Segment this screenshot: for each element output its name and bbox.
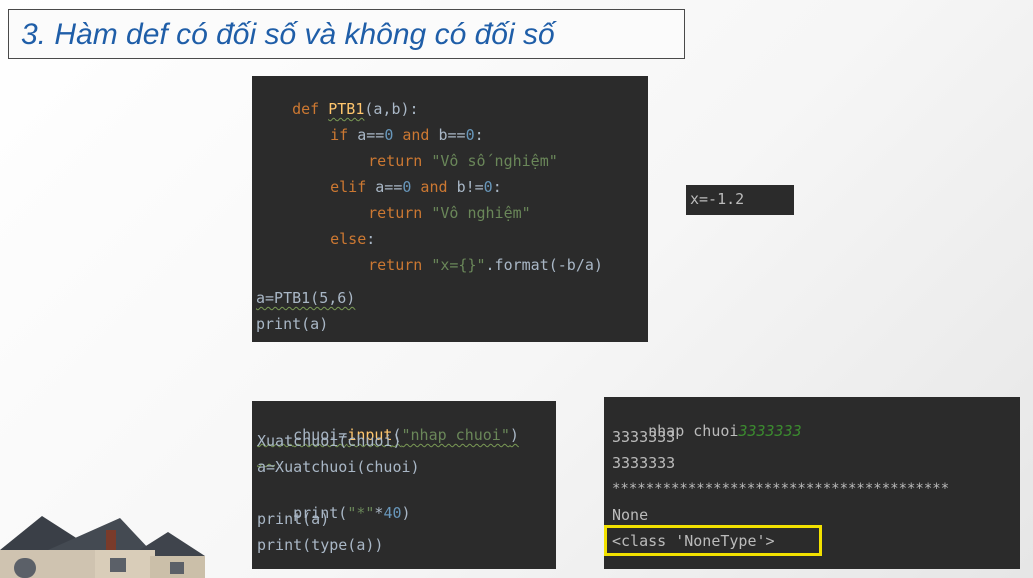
- code-text: ): [509, 426, 519, 444]
- slide-title-box: 3. Hàm def có đối số và không có đối số: [8, 9, 685, 59]
- code-line-call: Xuatchuoi(chuoi): [257, 432, 402, 450]
- keyword: return: [368, 256, 432, 274]
- code-panel-xuatchuoi: chuoi=input("nhap chuoi") Xuatchuoi(chuo…: [252, 401, 556, 569]
- string-literal: "x={}": [431, 256, 486, 274]
- slide-title: 3. Hàm def có đối số và không có đối số: [21, 18, 555, 51]
- code-text: .format(-b/a): [485, 256, 603, 274]
- output-line: x=-1.2: [690, 190, 745, 208]
- highlight-box: [604, 525, 822, 556]
- code-line-return-3: return "x={}".format(-b/a): [332, 235, 603, 295]
- code-panel-ptb1: def PTB1(a,b): if a==0 and b==0: return …: [252, 76, 648, 342]
- code-text: ): [401, 504, 411, 522]
- output-panel-ptb1: x=-1.2: [686, 185, 794, 215]
- keyword: return: [368, 204, 432, 222]
- user-typed-input: 3333333: [738, 422, 802, 440]
- string-literal: "Vô nghiệm": [431, 204, 531, 222]
- output-line: 3333333: [612, 454, 676, 472]
- code-line-print: print(a): [256, 315, 329, 333]
- code-line-assign: a=Xuatchuoi(chuoi): [257, 458, 420, 476]
- house-illustration-icon: [0, 516, 205, 578]
- string-literal: "*": [347, 504, 375, 522]
- output-line: None: [612, 506, 649, 524]
- code-line-print-a: print(a): [257, 510, 330, 528]
- code-line-print-type: print(type(a)): [257, 536, 384, 554]
- output-line: 3333333: [612, 428, 676, 446]
- output-line-stars: ****************************************: [612, 481, 950, 497]
- code-line-assign: a=PTB1(5,6): [256, 289, 356, 307]
- number: 40: [383, 504, 402, 522]
- string-literal: "nhap chuoi": [401, 426, 510, 444]
